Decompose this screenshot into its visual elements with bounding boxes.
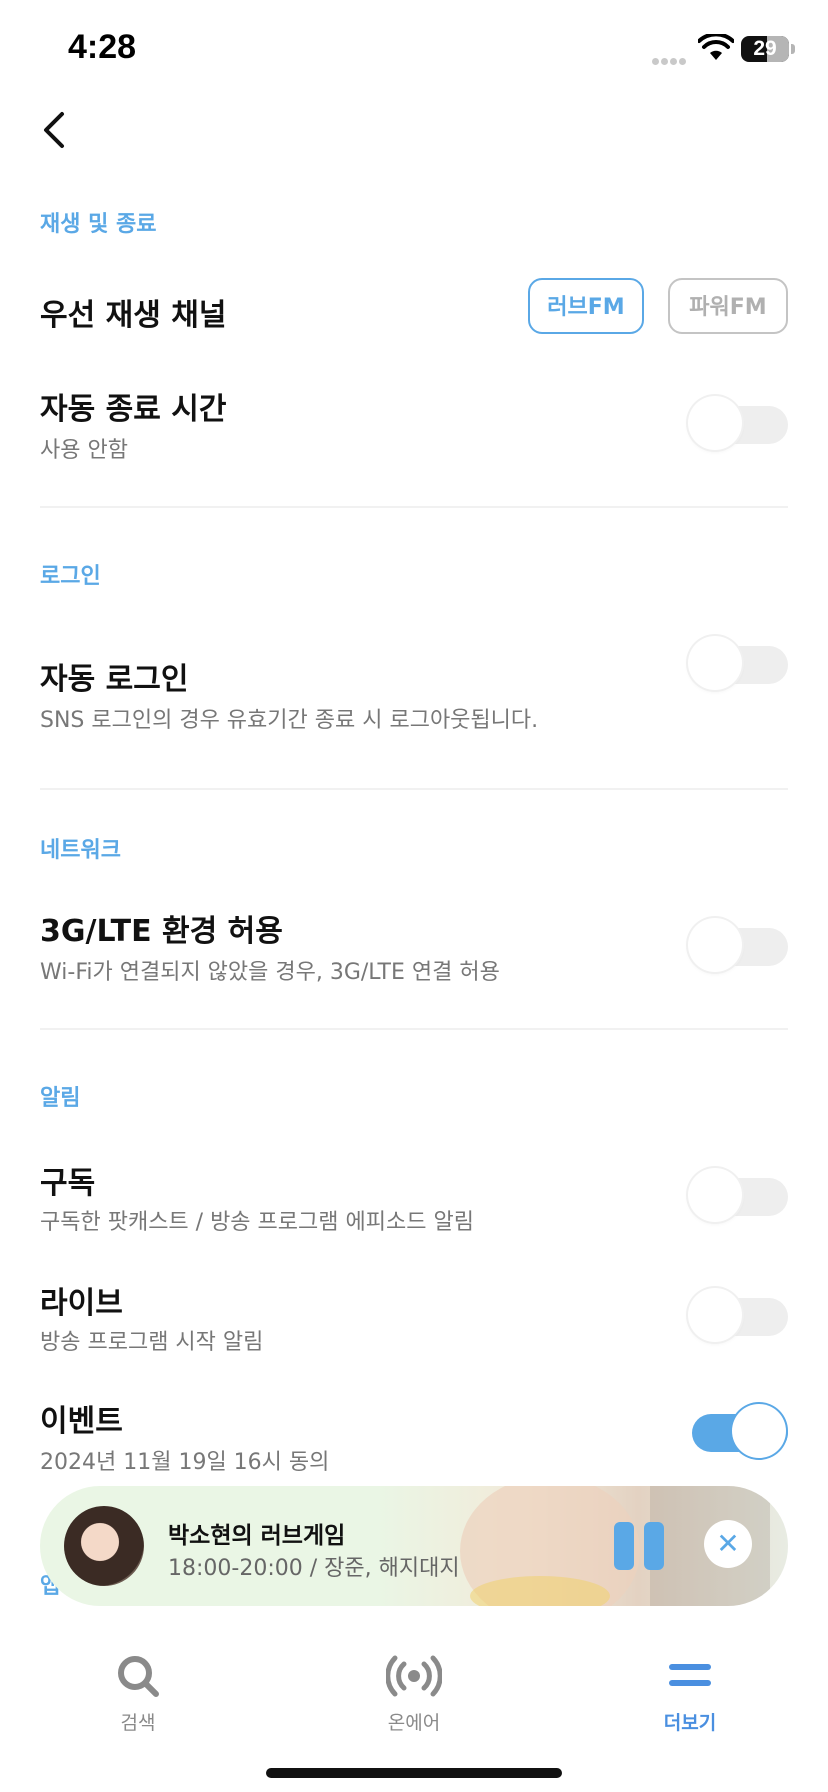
battery-tip [791, 44, 795, 54]
channel-lovefm-button[interactable]: 러브FM [528, 278, 644, 334]
auto-stop-subtitle: 사용 안함 [40, 438, 128, 463]
tab-more[interactable]: 더보기 [620, 1654, 760, 1735]
pause-icon[interactable] [614, 1522, 666, 1570]
auto-stop-toggle[interactable] [688, 396, 788, 450]
battery-level: 29 [753, 37, 777, 60]
lte-subtitle: Wi-Fi가 연결되지 않았을 경우, 3G/LTE 연결 허용 [40, 960, 500, 985]
divider [40, 506, 788, 508]
divider [40, 788, 788, 790]
player-title: 박소현의 러브게임 [168, 1523, 346, 1549]
channel-powerfm-button[interactable]: 파워FM [668, 278, 788, 334]
live-title: 라이브 [40, 1286, 123, 1321]
subscribe-subtitle: 구독한 팟캐스트 / 방송 프로그램 에피소드 알림 [40, 1210, 474, 1235]
menu-icon [669, 1664, 711, 1686]
subscribe-title: 구독 [40, 1166, 96, 1201]
auto-stop-title: 자동 종료 시간 [40, 392, 227, 427]
subscribe-toggle[interactable] [688, 1168, 788, 1222]
section-header-login: 로그인 [40, 564, 101, 589]
section-header-alerts: 알림 [40, 1086, 81, 1111]
home-indicator [266, 1768, 562, 1778]
section-header-network: 네트워크 [40, 838, 121, 863]
auto-login-title: 자동 로그인 [40, 662, 189, 697]
event-subtitle: 2024년 11월 19일 16시 동의 [40, 1450, 330, 1475]
search-icon [118, 1656, 159, 1697]
tab-more-label: 더보기 [663, 1712, 717, 1734]
priority-channel-title: 우선 재생 채널 [40, 298, 227, 333]
event-toggle[interactable] [688, 1404, 788, 1458]
close-icon[interactable]: ✕ [704, 1520, 752, 1568]
tab-search[interactable]: 검색 [68, 1654, 208, 1735]
player-subtitle: 18:00-20:00 / 장준, 해지대지 [168, 1556, 460, 1581]
status-time: 4:28 [68, 28, 137, 66]
lte-title: 3G/LTE 환경 허용 [40, 914, 283, 949]
divider [40, 1028, 788, 1030]
auto-login-subtitle: SNS 로그인의 경우 유효기간 종료 시 로그아웃됩니다. [40, 708, 539, 733]
section-header-playback: 재생 및 종료 [40, 212, 157, 237]
broadcast-icon [385, 1655, 443, 1697]
tab-search-label: 검색 [120, 1712, 156, 1734]
auto-login-toggle[interactable] [688, 636, 788, 690]
battery-icon: 29 [741, 36, 789, 62]
program-thumbnail [64, 1506, 144, 1586]
wifi-icon [698, 34, 734, 60]
cellular-signal-icon [652, 50, 694, 65]
event-title: 이벤트 [40, 1404, 123, 1439]
tab-onair-label: 온에어 [387, 1712, 441, 1734]
tab-onair[interactable]: 온에어 [344, 1654, 484, 1735]
lte-toggle[interactable] [688, 918, 788, 972]
live-subtitle: 방송 프로그램 시작 알림 [40, 1330, 264, 1355]
back-arrow-icon[interactable] [38, 110, 72, 150]
live-toggle[interactable] [688, 1288, 788, 1342]
mini-player[interactable]: 박소현의 러브게임 18:00-20:00 / 장준, 해지대지 ✕ [40, 1486, 788, 1606]
